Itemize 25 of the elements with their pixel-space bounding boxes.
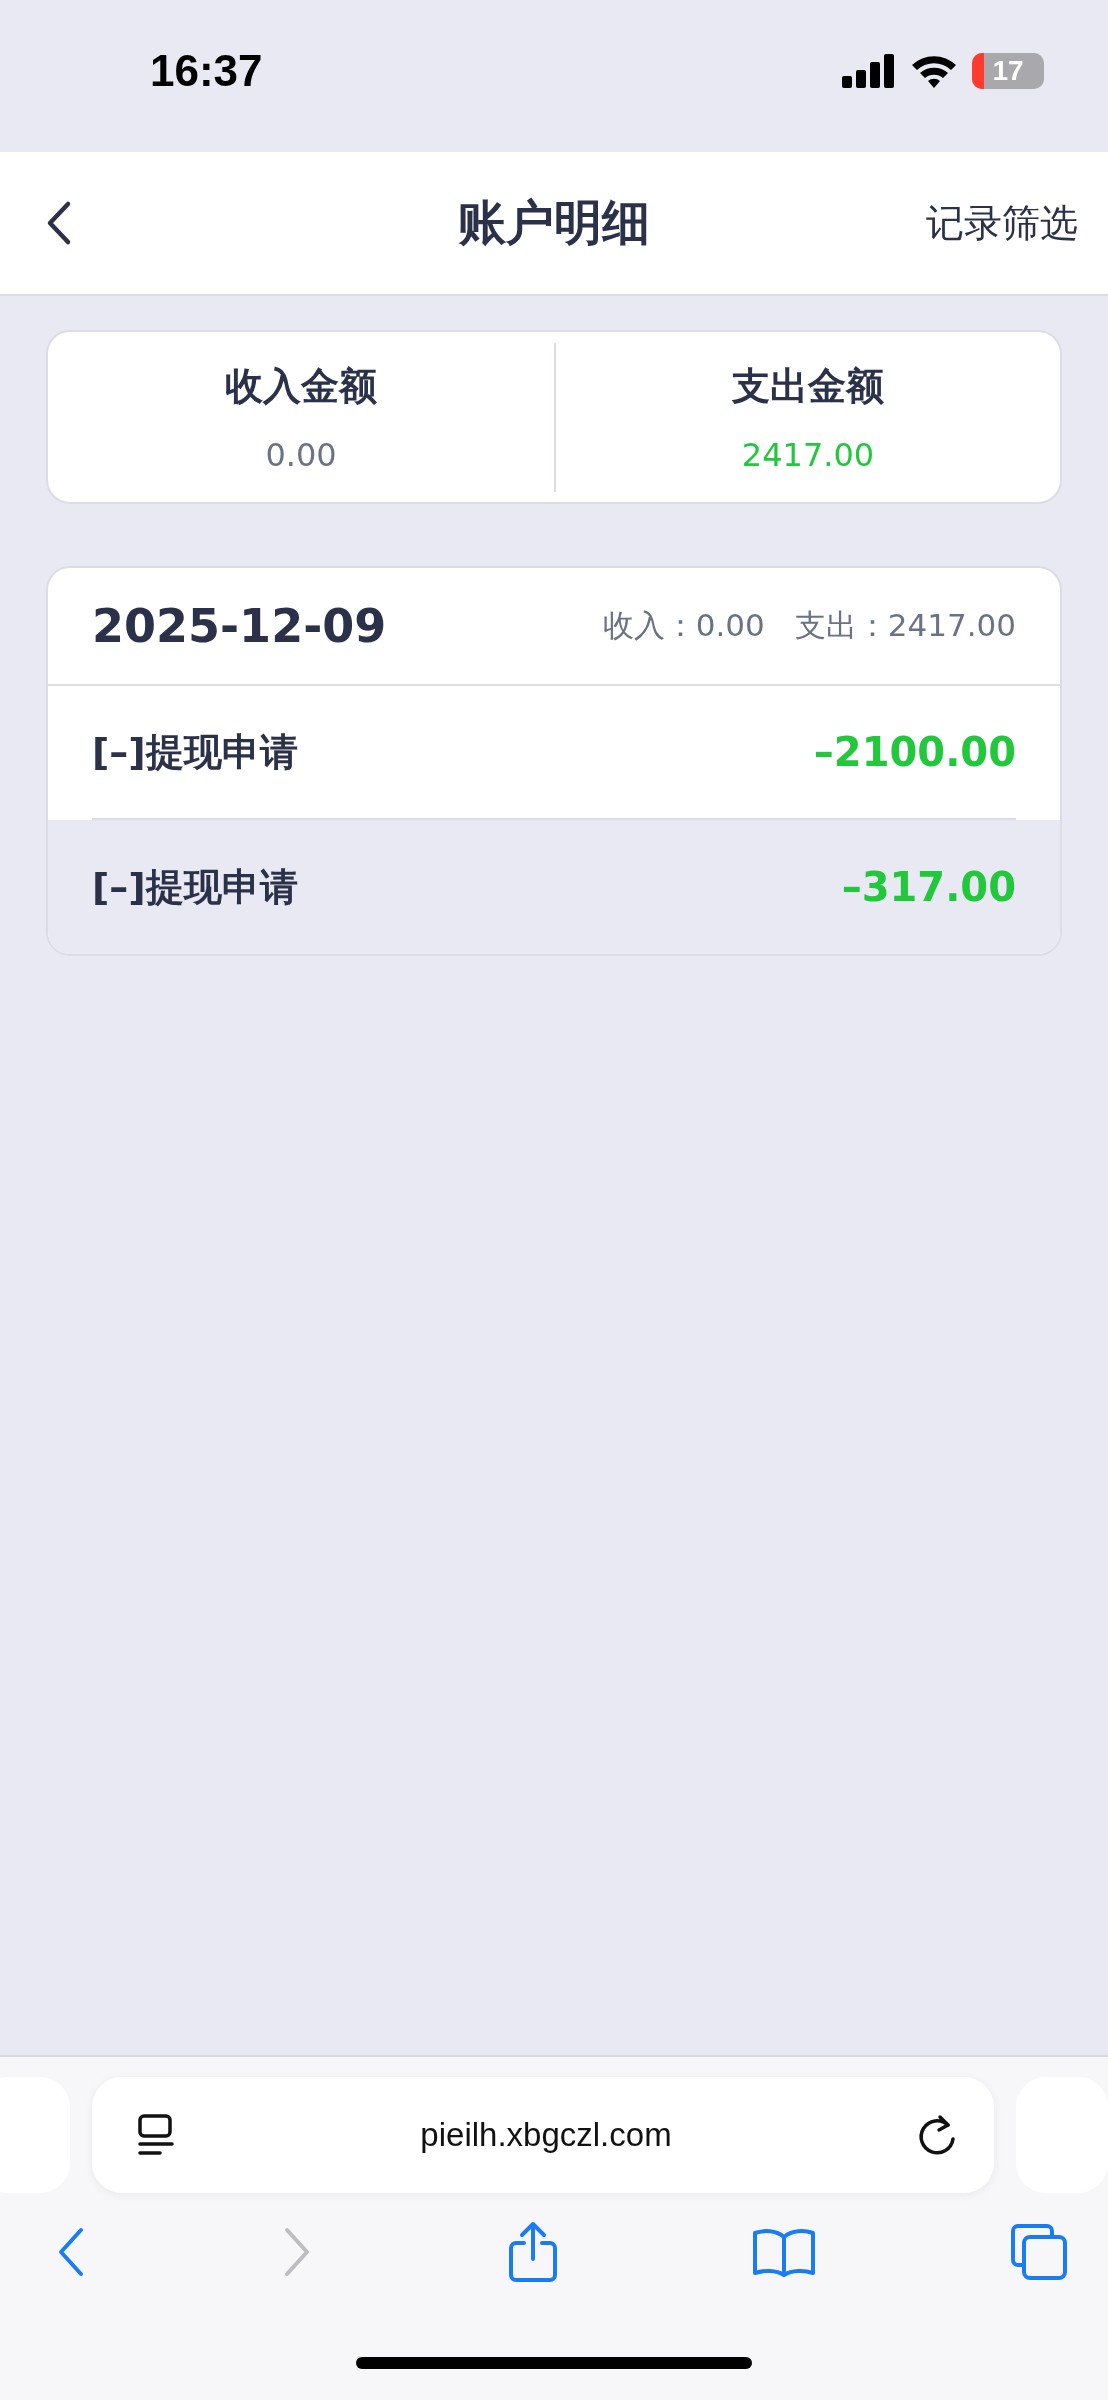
transaction-row[interactable]: [–]提现申请 –317.00 xyxy=(48,820,1060,954)
url-text: pieilh.xbgczl.com xyxy=(420,2116,672,2154)
share-icon[interactable] xyxy=(507,2221,558,2283)
status-time: 16:37 xyxy=(150,46,263,96)
summary-label: 支出金额 xyxy=(732,362,884,410)
summary-value: 2417.00 xyxy=(741,435,875,474)
transaction-title: [–]提现申请 xyxy=(92,863,298,911)
income-total: 收入：0.00 xyxy=(602,606,765,645)
transaction-amount: –2100.00 xyxy=(813,729,1016,775)
reload-icon[interactable] xyxy=(916,2113,958,2157)
page-title: 账户明细 xyxy=(458,193,650,252)
filter-link[interactable]: 记录筛选 xyxy=(926,197,1078,249)
summary-label: 收入金额 xyxy=(225,362,377,410)
address-bar[interactable]: pieilh.xbgczl.com xyxy=(92,2077,994,2193)
date-text: 2025-12-09 xyxy=(92,599,387,653)
expense-total: 支出：2417.00 xyxy=(794,606,1016,645)
summary-value: 0.00 xyxy=(265,435,337,474)
battery-icon: 17 xyxy=(972,53,1044,89)
tabs-icon[interactable] xyxy=(1010,2223,1068,2281)
book-icon[interactable] xyxy=(751,2227,816,2277)
wifi-icon xyxy=(910,53,958,89)
transaction-title: [–]提现申请 xyxy=(92,728,298,776)
transaction-amount: –317.00 xyxy=(841,864,1016,910)
reader-icon[interactable] xyxy=(136,2113,176,2157)
signal-icon xyxy=(842,54,896,88)
